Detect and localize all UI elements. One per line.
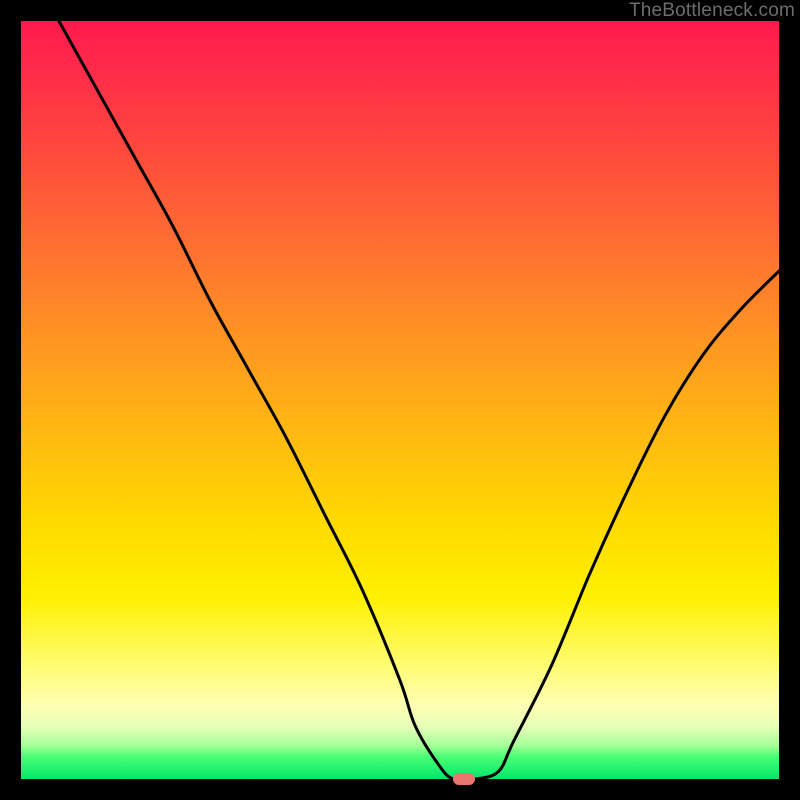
bottleneck-curve bbox=[59, 21, 779, 780]
plot-area bbox=[21, 21, 779, 779]
chart-frame: TheBottleneck.com bbox=[0, 0, 800, 800]
watermark-label: TheBottleneck.com bbox=[629, 0, 795, 22]
optimum-marker bbox=[453, 773, 475, 785]
curve-svg bbox=[21, 21, 779, 779]
